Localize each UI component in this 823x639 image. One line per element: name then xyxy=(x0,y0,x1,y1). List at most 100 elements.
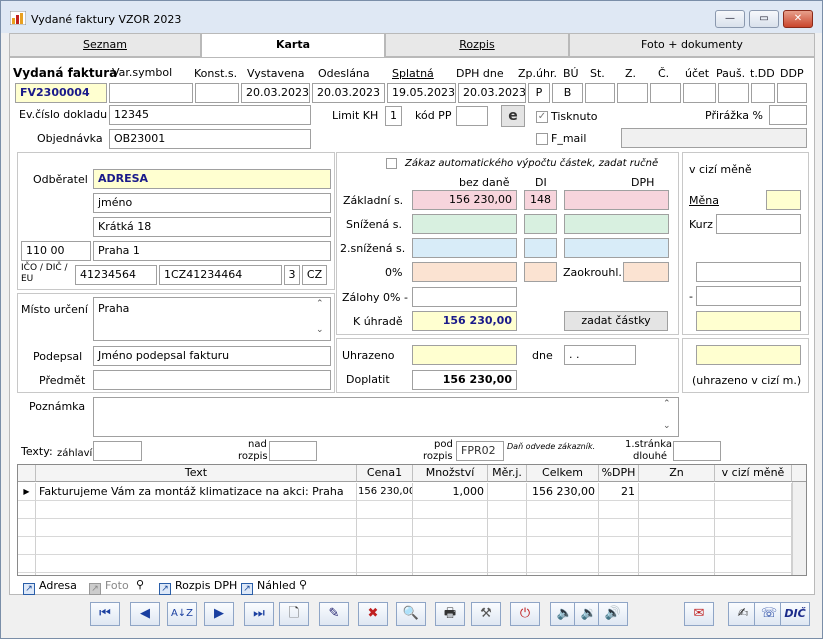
nahled-link[interactable]: ↗ Náhled xyxy=(241,578,296,595)
zakladni-di-field[interactable]: 148 xyxy=(524,190,557,210)
ucet-field[interactable] xyxy=(683,83,716,103)
scroll-up-icon[interactable]: ⌃ xyxy=(316,299,324,309)
podepsal-field[interactable]: Jméno podepsal fakturu xyxy=(93,346,331,366)
cell-cena1[interactable]: 156 230,00 xyxy=(357,483,413,501)
delete-icon[interactable]: ✖ xyxy=(358,602,388,626)
tdd-field[interactable] xyxy=(751,83,775,103)
rozpis-dph-link[interactable]: ↗ Rozpis DPH xyxy=(159,578,237,595)
foreign-uhrazeno-field[interactable] xyxy=(696,345,801,365)
pod-rozpis-field[interactable]: FPR02 xyxy=(456,441,504,461)
empty-cell[interactable] xyxy=(715,573,792,575)
empty-cell[interactable] xyxy=(18,537,36,555)
col-cizi-mena[interactable]: v cizí měně xyxy=(715,465,792,482)
kurz-field[interactable] xyxy=(716,214,801,234)
adresa-link[interactable]: ↗ Adresa xyxy=(23,578,77,595)
col-celkem[interactable]: Celkem xyxy=(527,465,599,482)
empty-cell[interactable] xyxy=(527,573,599,575)
dic-button[interactable]: DIČ xyxy=(780,602,810,626)
c-field[interactable] xyxy=(650,83,681,103)
ev-cislo-field[interactable]: 12345 xyxy=(109,105,311,125)
empty-cell[interactable] xyxy=(488,519,527,537)
empty-cell[interactable] xyxy=(599,519,639,537)
predmet-field[interactable] xyxy=(93,370,331,390)
empty-cell[interactable] xyxy=(639,555,715,573)
zp-uhr-field[interactable]: P xyxy=(528,83,550,103)
empty-cell[interactable] xyxy=(599,555,639,573)
empty-cell[interactable] xyxy=(488,573,527,575)
zakladni-field[interactable]: 156 230,00 xyxy=(412,190,517,210)
eu-code-field[interactable]: 3 xyxy=(284,265,300,285)
country-field[interactable]: CZ xyxy=(302,265,327,285)
snizena2-field[interactable] xyxy=(412,238,517,258)
empty-cell[interactable] xyxy=(36,519,357,537)
cell-cm[interactable] xyxy=(715,483,792,501)
zahlavi-field[interactable] xyxy=(93,441,142,461)
limit-kh-field[interactable]: 1 xyxy=(385,106,402,126)
edit-icon[interactable]: ✎ xyxy=(319,602,349,626)
dlouhe-field[interactable] xyxy=(673,441,721,461)
tisknuto-checkbox[interactable]: ✓ xyxy=(536,111,548,123)
empty-cell[interactable] xyxy=(599,537,639,555)
empty-cell[interactable] xyxy=(488,555,527,573)
odeslana-field[interactable]: 20.03.2023 xyxy=(312,83,385,103)
zero-field[interactable] xyxy=(412,262,517,282)
power-icon[interactable]: ⏻ xyxy=(510,602,540,626)
pin-icon[interactable]: ⚲ xyxy=(299,578,307,591)
empty-cell[interactable] xyxy=(36,555,357,573)
empty-cell[interactable] xyxy=(413,501,488,519)
ico-field[interactable]: 41234564 xyxy=(75,265,157,285)
tools-icon[interactable]: ⚒ xyxy=(471,602,501,626)
print-icon[interactable]: 🖶 xyxy=(435,602,465,626)
empty-cell[interactable] xyxy=(357,501,413,519)
empty-cell[interactable] xyxy=(36,573,357,575)
empty-cell[interactable] xyxy=(357,573,413,575)
col-text[interactable]: Text xyxy=(36,465,357,482)
var-symbol-field[interactable] xyxy=(109,83,193,103)
konst-field[interactable] xyxy=(195,83,239,103)
empty-cell[interactable] xyxy=(357,555,413,573)
restore-button[interactable]: ▭ xyxy=(749,10,779,28)
poznamka-field[interactable] xyxy=(93,397,679,437)
foreign-k-uhrade-field[interactable] xyxy=(696,311,801,331)
doc-number-field[interactable]: FV2300004 xyxy=(15,83,107,103)
new-document-icon[interactable]: 🗋 xyxy=(279,602,309,626)
empty-cell[interactable] xyxy=(488,501,527,519)
next-record-icon[interactable]: ▶ xyxy=(204,602,234,626)
tab-rozpis[interactable]: Rozpis xyxy=(385,33,569,57)
pin-icon[interactable]: ⚲ xyxy=(136,578,144,591)
customer-street-field[interactable]: Krátká 18 xyxy=(93,217,331,237)
empty-cell[interactable] xyxy=(639,573,715,575)
empty-cell[interactable] xyxy=(527,555,599,573)
empty-cell[interactable] xyxy=(413,519,488,537)
empty-cell[interactable] xyxy=(715,501,792,519)
speaker3-icon[interactable]: 🔊 xyxy=(598,602,628,626)
foreign-zalohy-field[interactable] xyxy=(696,286,801,306)
col-merj[interactable]: Měr.j. xyxy=(488,465,527,482)
poznamka-scroll-down-icon[interactable]: ⌄ xyxy=(663,421,671,431)
empty-cell[interactable] xyxy=(488,537,527,555)
empty-cell[interactable] xyxy=(599,501,639,519)
empty-cell[interactable] xyxy=(413,537,488,555)
snizena-di-field[interactable] xyxy=(524,214,557,234)
mail-icon[interactable]: ✉ xyxy=(684,602,714,626)
misto-field[interactable]: Praha xyxy=(93,297,331,341)
close-button[interactable]: ✕ xyxy=(783,10,813,28)
mena-label[interactable]: Měna xyxy=(689,194,719,207)
table-scrollbar[interactable] xyxy=(792,482,806,575)
cell-zn[interactable] xyxy=(639,483,715,501)
empty-cell[interactable] xyxy=(18,519,36,537)
first-record-icon[interactable]: ⏮ xyxy=(90,602,120,626)
splatna-label[interactable]: Splatná xyxy=(392,67,434,80)
fmail-field[interactable] xyxy=(621,128,807,148)
col-dph[interactable]: %DPH xyxy=(599,465,639,482)
zalohy-field[interactable] xyxy=(412,287,517,307)
st-field[interactable] xyxy=(585,83,615,103)
zakladni-dph-field[interactable] xyxy=(564,190,669,210)
objednavka-field[interactable]: OB23001 xyxy=(109,129,311,149)
dph-dne-field[interactable]: 20.03.2023 xyxy=(458,83,526,103)
cell-merj[interactable] xyxy=(488,483,527,501)
zakaz-checkbox[interactable] xyxy=(386,158,397,169)
tab-seznam[interactable]: Seznam xyxy=(9,33,201,57)
empty-cell[interactable] xyxy=(18,501,36,519)
empty-cell[interactable] xyxy=(715,537,792,555)
